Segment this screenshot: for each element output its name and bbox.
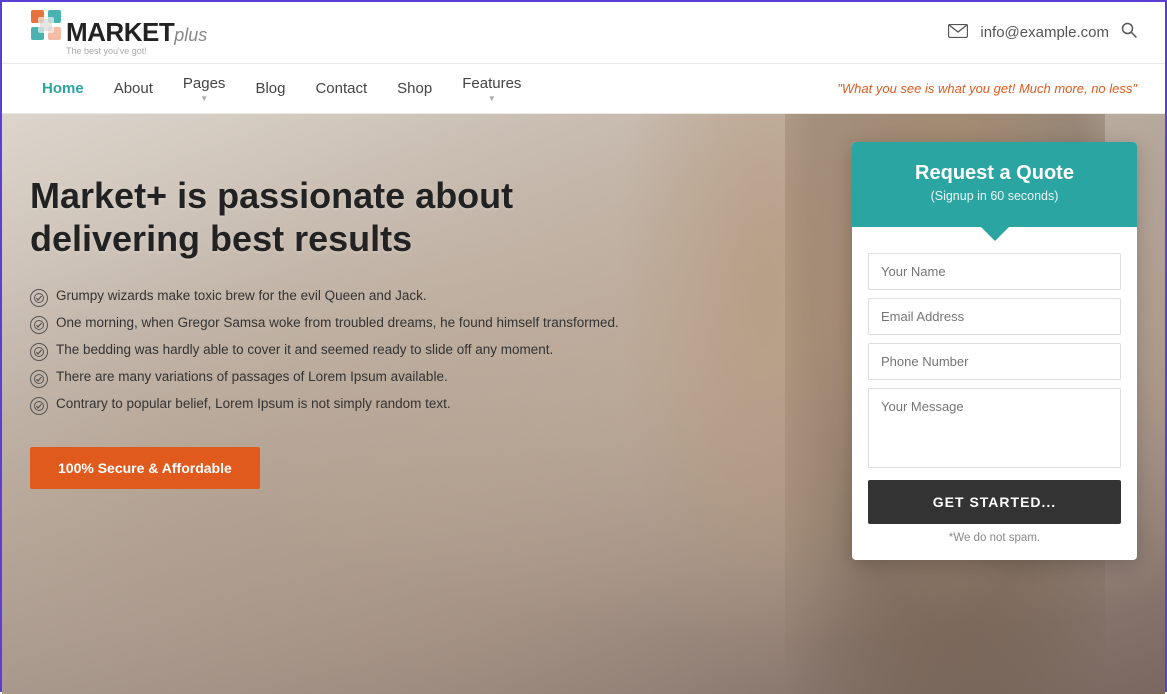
nav-link-features[interactable]: Features ▼ <box>450 69 533 109</box>
hero-title: Market+ is passionate about delivering b… <box>30 174 670 260</box>
nav-item-features[interactable]: Features ▼ <box>450 69 533 109</box>
quote-form-title: Request a Quote <box>868 162 1121 185</box>
list-item: Contrary to popular belief, Lorem Ipsum … <box>30 396 670 415</box>
check-icon <box>30 370 48 388</box>
quote-form-container: Request a Quote (Signup in 60 seconds) G… <box>852 142 1137 560</box>
list-item: One morning, when Gregor Samsa woke from… <box>30 315 670 334</box>
nav-item-pages[interactable]: Pages ▼ <box>171 69 238 109</box>
list-item: Grumpy wizards make toxic brew for the e… <box>30 288 670 307</box>
quote-header: Request a Quote (Signup in 60 seconds) <box>852 142 1137 227</box>
quote-nospam-text: *We do not spam. <box>868 532 1121 544</box>
top-bar: MARKETplus The best you've got! info@exa… <box>2 2 1165 64</box>
logo-market-text: MARKET <box>66 17 174 48</box>
logo-tagline: The best you've got! <box>66 46 207 56</box>
list-item: There are many variations of passages of… <box>30 369 670 388</box>
pages-arrow-icon: ▼ <box>200 94 208 103</box>
hero-content: Market+ is passionate about delivering b… <box>30 174 670 489</box>
email-text: info@example.com <box>980 24 1109 41</box>
nav-link-shop[interactable]: Shop <box>385 74 444 103</box>
nav-bar: Home About Pages ▼ Blog Contact <box>2 64 1165 114</box>
nav-link-pages[interactable]: Pages ▼ <box>171 69 238 109</box>
quote-email-input[interactable] <box>868 298 1121 335</box>
hero-cta-button[interactable]: 100% Secure & Affordable <box>30 447 260 489</box>
features-arrow-icon: ▼ <box>488 94 496 103</box>
quote-submit-button[interactable]: GET STARTED... <box>868 480 1121 524</box>
nav-item-about[interactable]: About <box>102 74 165 103</box>
list-item: The bedding was hardly able to cover it … <box>30 342 670 361</box>
logo-plus-text: plus <box>174 25 207 46</box>
nav-item-blog[interactable]: Blog <box>243 74 297 103</box>
nav-link-home[interactable]: Home <box>30 74 96 103</box>
nav-item-shop[interactable]: Shop <box>385 74 444 103</box>
check-icon <box>30 343 48 361</box>
quote-phone-input[interactable] <box>868 343 1121 380</box>
search-button[interactable] <box>1121 22 1137 43</box>
hero-section: Market+ is passionate about delivering b… <box>2 114 1165 694</box>
nav-tagline: "What you see is what you get! Much more… <box>837 81 1137 96</box>
nav-link-about[interactable]: About <box>102 74 165 103</box>
quote-form-subtitle: (Signup in 60 seconds) <box>868 189 1121 203</box>
check-icon <box>30 289 48 307</box>
logo-icon <box>30 9 62 41</box>
nav-link-contact[interactable]: Contact <box>303 74 379 103</box>
nav-links: Home About Pages ▼ Blog Contact <box>30 69 533 109</box>
quote-form-body: GET STARTED... *We do not spam. <box>852 241 1137 560</box>
check-icon <box>30 316 48 334</box>
nav-item-home[interactable]: Home <box>30 74 96 103</box>
check-icon <box>30 397 48 415</box>
quote-header-arrow <box>981 227 1009 241</box>
top-right-area: info@example.com <box>948 22 1137 43</box>
hero-bullet-list: Grumpy wizards make toxic brew for the e… <box>30 288 670 415</box>
logo-area: MARKETplus The best you've got! <box>30 9 207 56</box>
mail-icon <box>948 24 968 42</box>
nav-item-contact[interactable]: Contact <box>303 74 379 103</box>
nav-link-blog[interactable]: Blog <box>243 74 297 103</box>
quote-message-input[interactable] <box>868 388 1121 468</box>
quote-name-input[interactable] <box>868 253 1121 290</box>
